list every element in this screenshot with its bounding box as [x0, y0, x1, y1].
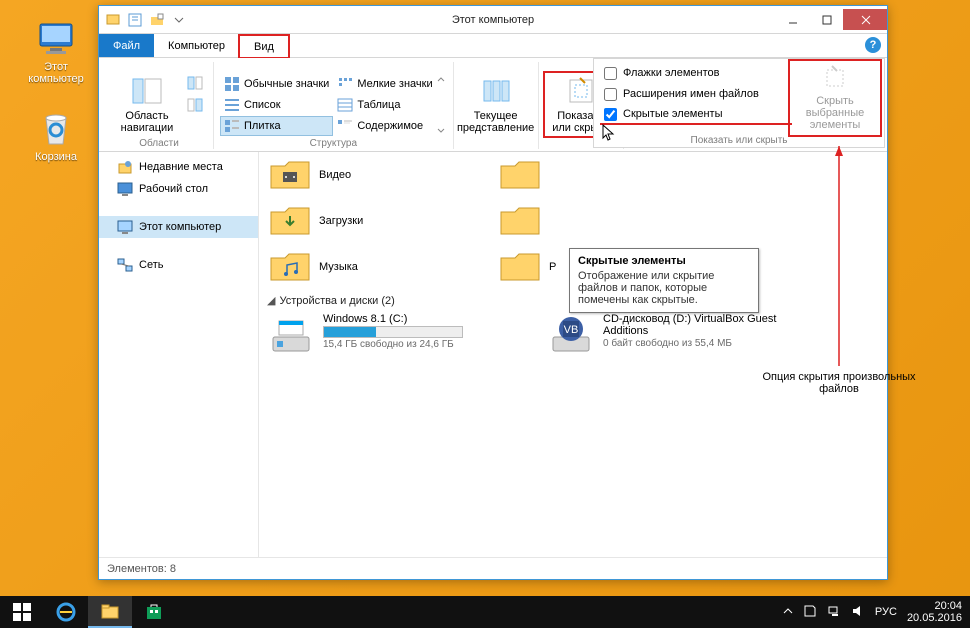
action-center-icon[interactable]	[803, 604, 817, 621]
hide-selected-icon	[820, 63, 850, 93]
columns-icon	[480, 75, 512, 107]
ribbon-tabs: Файл Компьютер Вид ?	[99, 34, 887, 58]
chevron-down-icon: ◢	[267, 294, 275, 307]
nav-recent-places[interactable]: Недавние места	[99, 156, 258, 178]
show-hide-icon	[565, 75, 597, 107]
volume-tray-icon[interactable]	[851, 604, 865, 621]
drive-icon	[269, 313, 313, 357]
checkbox-item-flags[interactable]: Флажки элементов	[600, 63, 792, 83]
layout-table[interactable]: Таблица	[333, 95, 436, 115]
taskbar-store[interactable]	[132, 596, 176, 628]
current-view-button[interactable]: Текущее представление	[460, 73, 532, 136]
svg-text:VB: VB	[564, 324, 579, 336]
desktop-icon	[117, 181, 133, 197]
tab-view[interactable]: Вид	[239, 35, 289, 58]
preview-pane-button[interactable]	[183, 73, 207, 93]
drive-usage-bar	[323, 326, 463, 338]
nav-this-pc[interactable]: Этот компьютер	[99, 216, 258, 238]
folder-icon	[269, 250, 311, 284]
monitor-icon	[117, 219, 133, 235]
network-icon	[117, 257, 133, 273]
status-bar: Элементов: 8	[99, 557, 887, 579]
taskbar-ie[interactable]	[44, 596, 88, 628]
layout-regular-icons[interactable]: Обычные значки	[220, 74, 333, 94]
folder-icon	[499, 158, 541, 192]
layout-list[interactable]: Список	[220, 95, 333, 115]
window-controls	[775, 9, 887, 30]
taskbar[interactable]: РУС 20:04 20.05.2016	[0, 596, 970, 628]
show-hide-dropdown: Флажки элементов Расширения имен файлов …	[593, 58, 885, 148]
layout-content[interactable]: Содержимое	[333, 116, 436, 136]
titlebar[interactable]: Этот компьютер	[99, 6, 887, 34]
checkbox-hidden-items[interactable]: Скрытые элементы	[600, 105, 792, 125]
start-button[interactable]	[0, 596, 44, 628]
status-count: Элементов: 8	[107, 563, 176, 575]
drive-free-text: 15,4 ГБ свободно из 24,6 ГБ	[323, 339, 463, 350]
tab-computer[interactable]: Компьютер	[154, 34, 239, 57]
group-label-layout: Структура	[220, 136, 447, 149]
desktop-icon-recycle-bin[interactable]: Корзина	[20, 108, 92, 163]
close-button[interactable]	[843, 9, 887, 30]
nav-desktop[interactable]: Рабочий стол	[99, 178, 258, 200]
preview-pane-icon	[187, 75, 203, 91]
details-pane-icon	[187, 97, 203, 113]
tooltip-hidden-items: Скрытые элементы Отображение или скрытие…	[569, 248, 759, 313]
minimize-button[interactable]	[775, 9, 809, 30]
folder-downloads[interactable]: Загрузки	[267, 202, 467, 240]
layout-small-icons[interactable]: Мелкие значки	[333, 74, 436, 94]
content-pane[interactable]: Видео Загрузки Музыка Р ◢Устройства и ди…	[259, 152, 887, 557]
partial-folder[interactable]: Р	[497, 248, 557, 286]
help-icon[interactable]: ?	[865, 37, 881, 53]
nav-network[interactable]: Сеть	[99, 254, 258, 276]
tab-file[interactable]: Файл	[99, 34, 154, 57]
folder-icon	[269, 158, 311, 192]
drive-d[interactable]: VB CD-дисковод (D:) VirtualBox Guest Add…	[547, 311, 797, 359]
partial-folder[interactable]	[497, 156, 557, 194]
system-menu-icon[interactable]	[103, 10, 123, 30]
monitor-icon	[36, 18, 76, 58]
language-indicator[interactable]: РУС	[875, 606, 897, 618]
cd-drive-icon: VB	[549, 313, 593, 357]
folder-icon	[499, 250, 541, 284]
qat-dropdown-icon[interactable]	[169, 10, 189, 30]
trash-icon	[36, 108, 76, 148]
maximize-button[interactable]	[809, 9, 843, 30]
qat-new-folder-icon[interactable]	[147, 10, 167, 30]
desktop-icon-label: Корзина	[35, 151, 77, 163]
folder-icon	[269, 204, 311, 238]
system-tray[interactable]: РУС 20:04 20.05.2016	[775, 596, 970, 628]
drive-c[interactable]: Windows 8.1 (C:) 15,4 ГБ свободно из 24,…	[267, 311, 517, 359]
checkbox-file-extensions[interactable]: Расширения имен файлов	[600, 84, 792, 104]
taskbar-clock[interactable]: 20:04 20.05.2016	[907, 600, 962, 624]
annotation-text: Опция скрытия произвольных файлов	[759, 371, 919, 395]
group-label-showhide: Показать или скрыть	[600, 133, 878, 146]
nav-pane[interactable]: Недавние места Рабочий стол Этот компьют…	[99, 152, 259, 557]
layout-tiles[interactable]: Плитка	[220, 116, 333, 136]
drive-free-text: 0 байт свободно из 55,4 МБ	[603, 338, 795, 349]
tray-arrow-icon[interactable]	[783, 606, 793, 619]
folder-video[interactable]: Видео	[267, 156, 467, 194]
drive-label: CD-дисковод (D:) VirtualBox Guest Additi…	[603, 313, 795, 337]
details-pane-button[interactable]	[183, 95, 207, 115]
partial-folder[interactable]	[497, 202, 557, 240]
desktop-icon-this-pc[interactable]: Этот компьютер	[20, 18, 92, 85]
folder-music[interactable]: Музыка	[267, 248, 467, 286]
cursor-pointer-icon	[602, 124, 616, 142]
qat-properties-icon[interactable]	[125, 10, 145, 30]
navigation-pane-button[interactable]: Область навигации	[111, 73, 183, 136]
hide-selected-button[interactable]: Скрыть выбранныеэлементы	[792, 63, 878, 133]
drive-label: Windows 8.1 (C:)	[323, 313, 463, 325]
network-tray-icon[interactable]	[827, 604, 841, 621]
folder-icon	[499, 204, 541, 238]
taskbar-explorer[interactable]	[88, 596, 132, 628]
recent-icon	[117, 159, 133, 175]
group-label-panes: Области	[111, 136, 207, 149]
window-title: Этот компьютер	[99, 14, 887, 26]
explorer-window: Этот компьютер Файл Компьютер Вид ? Обла…	[98, 5, 888, 580]
desktop-icon-label: Этот компьютер	[28, 61, 83, 85]
nav-pane-icon	[131, 75, 163, 107]
